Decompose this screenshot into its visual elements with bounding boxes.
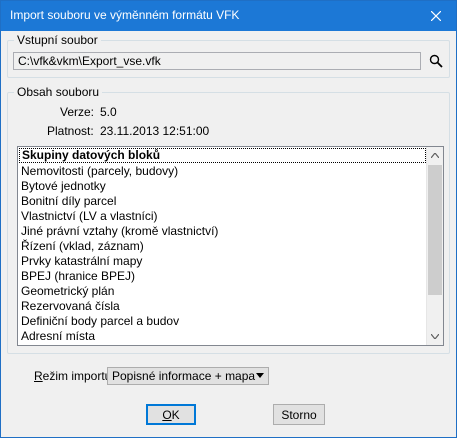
ok-button-label: OK [162, 407, 180, 422]
import-dialog: Import souboru ve výměnném formátu VFK V… [0, 0, 457, 438]
data-block-list[interactable]: Skupiny datových bloků Nemovitosti (parce… [17, 146, 444, 346]
list-item[interactable]: Nemovitosti (parcely, budovy) [18, 164, 428, 179]
cancel-button[interactable]: Storno [273, 404, 325, 425]
chevron-up-icon [431, 153, 439, 158]
search-icon [429, 54, 443, 68]
file-content-legend: Obsah souboru [14, 85, 103, 99]
list-item[interactable]: Adresní místa [18, 329, 428, 344]
validity-value: 23.11.2013 12:51:00 [100, 124, 210, 138]
list-item[interactable]: Bonitní díly parcel [18, 194, 428, 209]
list-scrollbar[interactable] [426, 147, 443, 345]
list-item[interactable]: Řízení (vklad, záznam) [18, 239, 428, 254]
list-item[interactable]: Vlastnictví (LV a vlastníci) [18, 209, 428, 224]
close-button[interactable] [416, 1, 456, 31]
list-item-header[interactable]: Skupiny datových bloků [19, 148, 426, 163]
cancel-button-label: Storno [281, 407, 317, 422]
list-item[interactable]: Rezervovaná čísla [18, 299, 428, 314]
version-value: 5.0 [100, 105, 117, 119]
file-path-field[interactable]: C:\vfk&vkm\Export_vse.vfk [13, 52, 421, 70]
list-item[interactable]: Jiné právní vztahy (kromě vlastnictví) [18, 224, 428, 239]
close-icon [431, 11, 441, 21]
scroll-down-button[interactable] [427, 328, 443, 345]
browse-button[interactable] [425, 50, 447, 72]
scroll-up-button[interactable] [427, 147, 443, 164]
window-title: Import souboru ve výměnném formátu VFK [10, 8, 240, 22]
version-label: Verze: [60, 105, 95, 119]
title-bar: Import souboru ve výměnném formátu VFK [1, 1, 456, 31]
ok-button[interactable]: OK [146, 404, 196, 425]
list-items: Skupiny datových bloků Nemovitosti (parce… [18, 147, 428, 344]
validity-label: Platnost: [47, 124, 94, 138]
chevron-down-icon [431, 334, 439, 339]
list-item[interactable]: Bytové jednotky [18, 179, 428, 194]
list-item[interactable]: Geometrický plán [18, 284, 428, 299]
list-item[interactable]: Prvky katastrální mapy [18, 254, 428, 269]
list-item[interactable]: BPEJ (hranice BPEJ) [18, 269, 428, 284]
scroll-thumb[interactable] [428, 165, 442, 295]
import-mode-value: Popisné informace + mapa [112, 369, 256, 383]
chevron-down-icon [256, 373, 264, 378]
list-item[interactable]: Definiční body parcel a budov [18, 314, 428, 329]
input-file-legend: Vstupní soubor [14, 33, 101, 47]
import-mode-label: Režim importu: [34, 369, 115, 383]
import-mode-select[interactable]: Popisné informace + mapa [107, 367, 269, 385]
